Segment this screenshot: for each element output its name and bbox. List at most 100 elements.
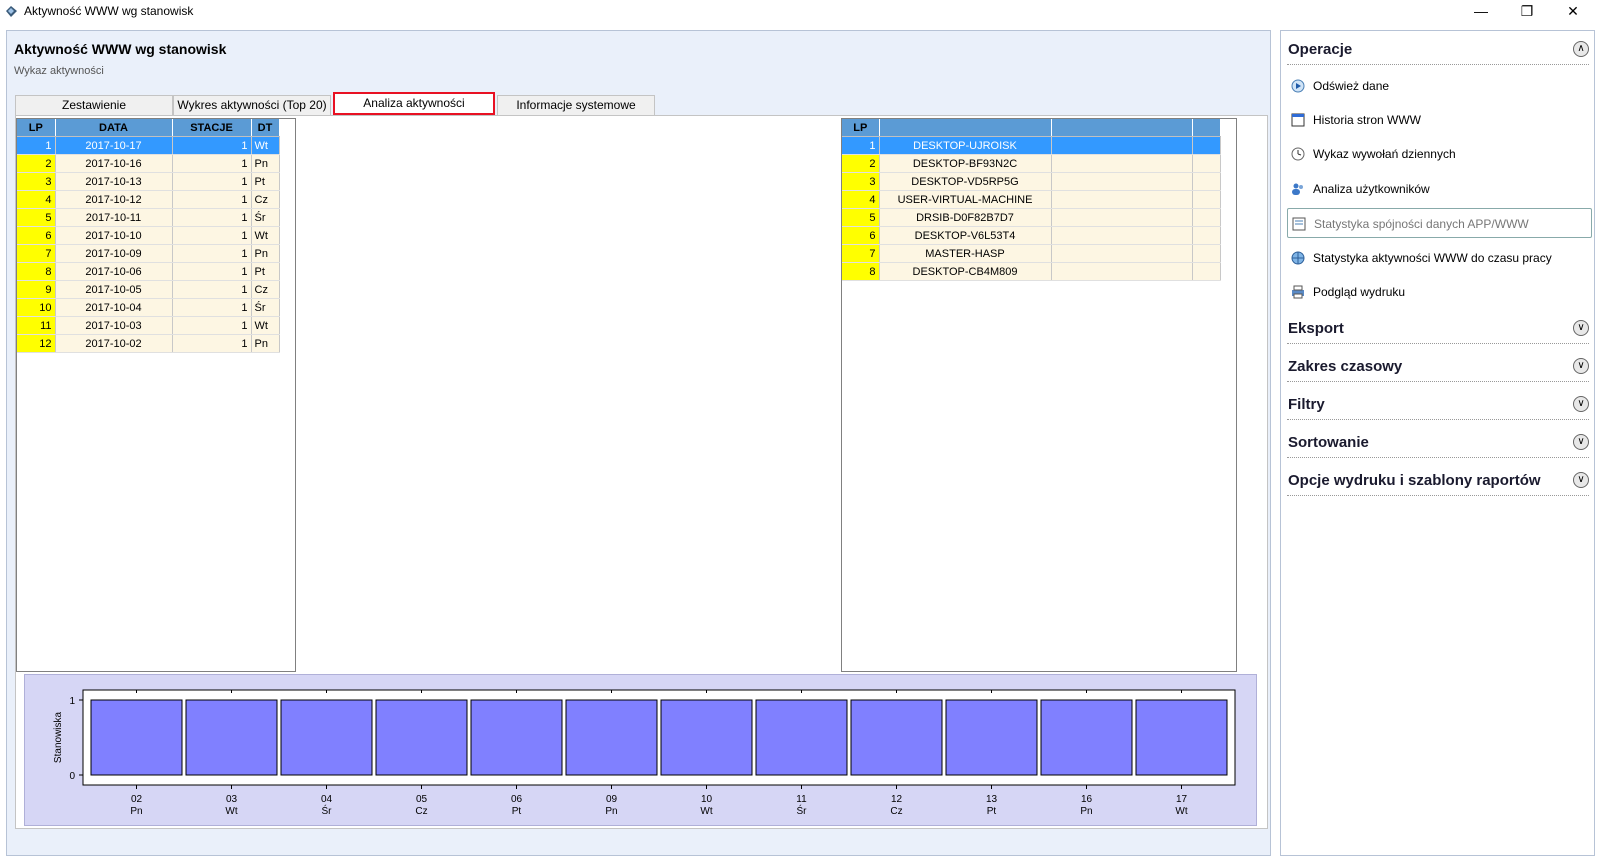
table-cell: Pn (251, 244, 280, 263)
operation-item[interactable]: Podgląd wydruku (1287, 277, 1592, 307)
column-header[interactable]: DATA (55, 119, 173, 137)
operation-item[interactable]: Statystyka aktywności WWW do czasu pracy (1287, 243, 1592, 273)
table-row[interactable]: 7 MASTER-HASP (842, 244, 1221, 263)
table-cell: 2017-10-02 (55, 334, 173, 353)
x-tick-label: 04 (321, 794, 333, 805)
column-header[interactable]: LP (842, 119, 880, 137)
tab-zestawienie[interactable]: Zestawienie (15, 95, 173, 115)
column-header[interactable]: LP (17, 119, 56, 137)
table-row[interactable]: 11 2017-10-03 1 Wt (17, 316, 280, 335)
table-cell: Pt (251, 172, 280, 191)
table-row[interactable]: 5 DRSIB-D0F82B7D7 (842, 208, 1221, 227)
table-row[interactable]: 5 2017-10-11 1 Śr (17, 208, 280, 227)
table-row[interactable]: 8 2017-10-06 1 Pt (17, 262, 280, 281)
table-cell: 1 (172, 280, 252, 299)
table-cell: 1 (172, 298, 252, 317)
table-cell (1051, 244, 1193, 263)
y-tick-label: 1 (69, 696, 75, 707)
table-row[interactable]: 6 DESKTOP-V6L53T4 (842, 226, 1221, 245)
chevron-down-icon[interactable]: ∨ (1573, 396, 1589, 412)
table-cell: DESKTOP-VD5RP5G (879, 172, 1052, 191)
tab-analiza-aktywnosci[interactable]: Analiza aktywności (333, 92, 495, 115)
table-cell: 2017-10-03 (55, 316, 173, 335)
table-cell: 8 (842, 262, 880, 281)
operation-item[interactable]: Statystyka spójności danych APP/WWW (1287, 208, 1592, 238)
bar (375, 699, 468, 776)
table-cell: 2 (842, 154, 880, 173)
x-tick-label: 05 (416, 794, 428, 805)
x-tick-day-label: Pn (130, 806, 142, 817)
tab-content: LP DATA STACJE DT 1 2017-10-17 1 Wt 2 2017-10-16… (15, 115, 1268, 829)
chevron-down-icon[interactable]: ∨ (1573, 434, 1589, 450)
operation-item[interactable]: Odśwież dane (1287, 71, 1592, 101)
column-header[interactable] (1051, 119, 1193, 137)
table-cell: 1 (172, 172, 252, 191)
table-row[interactable]: 6 2017-10-10 1 Wt (17, 226, 280, 245)
section-filtry[interactable]: Filtry ∨ (1287, 390, 1589, 420)
table-cell: 1 (172, 226, 252, 245)
operation-item[interactable]: Historia stron WWW (1287, 105, 1592, 135)
app-icon (6, 6, 17, 17)
table-row[interactable]: 8 DESKTOP-CB4M809 (842, 262, 1221, 281)
bar (185, 699, 278, 776)
table-row[interactable]: 2 2017-10-16 1 Pn (17, 154, 280, 173)
clock-icon (1291, 147, 1305, 161)
section-eksport[interactable]: Eksport ∨ (1287, 314, 1589, 344)
tab-informacje-systemowe[interactable]: Informacje systemowe (497, 95, 655, 115)
table-row[interactable]: 9 2017-10-05 1 Cz (17, 280, 280, 299)
table-row[interactable]: 2 DESKTOP-BF93N2C (842, 154, 1221, 173)
table-cell: 2017-10-04 (55, 298, 173, 317)
table-row[interactable]: 3 DESKTOP-VD5RP5G (842, 172, 1221, 191)
stations-grid[interactable]: LP 1 DESKTOP-UJROISK 2 DESKTOP-BF93N2C 3 DESK… (841, 118, 1237, 672)
x-tick-label: 12 (891, 794, 903, 805)
table-row[interactable]: 4 USER-VIRTUAL-MACHINE (842, 190, 1221, 209)
document-icon (1292, 217, 1306, 231)
table-cell (1192, 208, 1221, 227)
table-row[interactable]: 1 DESKTOP-UJROISK (842, 136, 1221, 155)
column-header[interactable]: STACJE (172, 119, 252, 137)
chevron-down-icon[interactable]: ∨ (1573, 320, 1589, 336)
minimize-button[interactable]: — (1458, 0, 1504, 24)
chevron-down-icon[interactable]: ∨ (1573, 472, 1589, 488)
section-zakres-czasowy[interactable]: Zakres czasowy ∨ (1287, 352, 1589, 382)
chevron-up-icon[interactable]: ∧ (1573, 41, 1589, 57)
tab-wykres-aktywnosci[interactable]: Wykres aktywności (Top 20) (173, 95, 331, 115)
table-cell: 1 (172, 262, 252, 281)
operation-item[interactable]: Analiza użytkowników (1287, 174, 1592, 204)
x-tick-day-label: Wt (1175, 806, 1187, 817)
maximize-button[interactable]: ❐ (1504, 0, 1550, 24)
table-cell: 1 (172, 208, 252, 227)
section-operacje[interactable]: Operacje ∧ (1287, 35, 1589, 65)
window-titlebar: Aktywność WWW wg stanowisk — ❐ ✕ (0, 0, 1600, 24)
section-operacje-label: Operacje (1288, 41, 1353, 58)
table-cell: 2017-10-16 (55, 154, 173, 173)
x-tick-day-label: Cz (890, 806, 902, 817)
y-axis-label: Stanowiska (53, 711, 64, 763)
section-sortowanie[interactable]: Sortowanie ∨ (1287, 428, 1589, 458)
dates-grid[interactable]: LP DATA STACJE DT 1 2017-10-17 1 Wt 2 2017-10-16… (16, 118, 296, 672)
close-button[interactable]: ✕ (1550, 0, 1596, 24)
table-row[interactable]: 4 2017-10-12 1 Cz (17, 190, 280, 209)
table-row[interactable]: 7 2017-10-09 1 Pn (17, 244, 280, 263)
table-cell (1051, 262, 1193, 281)
column-header[interactable] (879, 119, 1052, 137)
window-icon (1291, 113, 1305, 127)
operation-item[interactable]: Wykaz wywołań dziennych (1287, 139, 1592, 169)
table-row[interactable]: 10 2017-10-04 1 Śr (17, 298, 280, 317)
table-cell: DESKTOP-UJROISK (879, 136, 1052, 155)
table-cell: 2017-10-17 (55, 136, 173, 155)
table-cell: 6 (842, 226, 880, 245)
chevron-down-icon[interactable]: ∨ (1573, 358, 1589, 374)
table-cell: 2017-10-10 (55, 226, 173, 245)
table-row[interactable]: 1 2017-10-17 1 Wt (17, 136, 280, 155)
column-header[interactable]: DT (251, 119, 280, 137)
table-cell: 1 (172, 154, 252, 173)
table-cell: Śr (251, 208, 280, 227)
table-row[interactable]: 12 2017-10-02 1 Pn (17, 334, 280, 353)
table-cell: 1 (172, 316, 252, 335)
x-tick-day-label: Śr (322, 804, 333, 817)
column-header[interactable] (1192, 119, 1221, 137)
section-opcje-wydruku[interactable]: Opcje wydruku i szablony raportów ∨ (1287, 466, 1589, 496)
table-cell: 1 (172, 334, 252, 353)
table-row[interactable]: 3 2017-10-13 1 Pt (17, 172, 280, 191)
